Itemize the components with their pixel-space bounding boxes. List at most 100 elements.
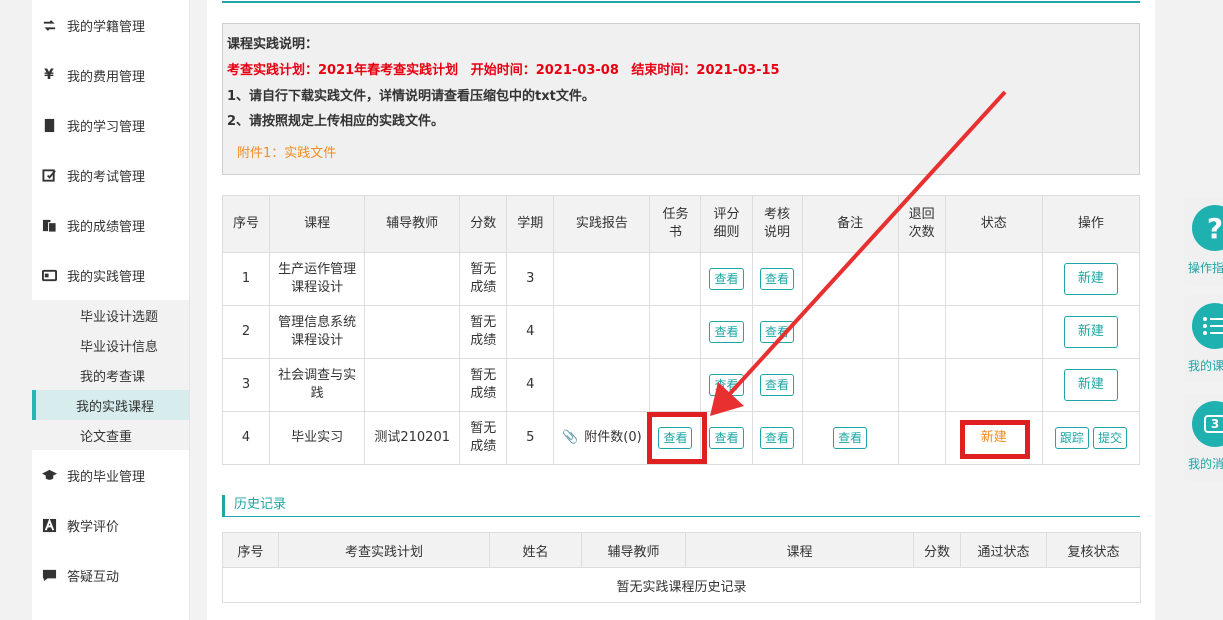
cell-task [649, 252, 702, 306]
my-messages-widget[interactable]: 3 我的消 [1184, 393, 1223, 481]
col-course: 课程 [269, 195, 366, 253]
id-card-icon [40, 266, 58, 284]
cell-status [944, 252, 1043, 306]
view-rubric-button[interactable]: 查看 [709, 268, 744, 290]
view-rubric-button[interactable]: 查看 [709, 321, 744, 343]
submenu-item-exam-courses[interactable]: 我的考查课 [32, 360, 189, 390]
hist-col-pass: 通过状态 [960, 532, 1047, 568]
cell-task [649, 358, 702, 412]
cell-status [944, 358, 1043, 412]
sidebar-item-qa[interactable]: 答疑互动 [32, 550, 189, 600]
cell-ops: 跟踪 提交 [1041, 411, 1141, 465]
sidebar-item-fees[interactable]: ¥ 我的费用管理 [32, 50, 189, 100]
cell-tutor [364, 305, 461, 359]
history-header: 序号 考查实践计划 姓名 辅导教师 课程 分数 通过状态 复核状态 [222, 532, 1141, 568]
view-assessment-button[interactable]: 查看 [760, 427, 795, 449]
cell-course: 社会调查与实践 [269, 358, 366, 412]
messages-badge: 3 [1203, 415, 1223, 433]
submenu-item-practice-courses[interactable]: 我的实践课程 [32, 390, 189, 420]
submenu-item-thesis-info[interactable]: 毕业设计信息 [32, 330, 189, 360]
my-courses-widget[interactable]: 我的课 [1184, 295, 1223, 383]
cell-remark [801, 305, 899, 359]
list-icon [1192, 303, 1223, 349]
table-header: 序号 课程 辅导教师 分数 学期 实践报告 任务书 评分 细则 考核 说明 备注 退… [221, 195, 1141, 253]
cell-course: 管理信息系统课程设计 [269, 305, 366, 359]
view-remark-button[interactable]: 查看 [833, 427, 868, 449]
new-button[interactable]: 新建 [1063, 263, 1118, 295]
cell-report [553, 358, 651, 412]
attachment-count-link[interactable]: 📎 附件数(0) [562, 430, 642, 445]
table-row: 2 管理信息系统课程设计 暂无成绩 4 查看 查看 新建 [221, 305, 1141, 359]
col-return-line2: 次数 [908, 225, 935, 240]
message-icon: 3 [1192, 401, 1223, 447]
cell-rubric: 查看 [700, 411, 753, 465]
col-term: 学期 [506, 195, 555, 253]
sidebar-item-practice[interactable]: 我的实践管理 [32, 250, 189, 300]
paperclip-icon: 📎 [562, 430, 579, 445]
col-report: 实践报告 [553, 195, 651, 253]
sidebar-item-label: 我的费用管理 [67, 69, 146, 85]
submenu-item-plagiarism-check[interactable]: 论文查重 [32, 420, 189, 450]
notice-line-2: 2、请按照规定上传相应的实践文件。 [227, 114, 445, 129]
view-rubric-button[interactable]: 查看 [709, 374, 744, 396]
view-assessment-button[interactable]: 查看 [760, 268, 795, 290]
history-empty-row: 暂无实践课程历史记录 [222, 567, 1141, 603]
book-icon [40, 116, 58, 134]
cell-assess: 查看 [751, 305, 803, 359]
sidebar-item-label: 我的考试管理 [67, 169, 146, 185]
new-button[interactable]: 新建 [1063, 369, 1118, 401]
cell-return [897, 411, 946, 465]
graduation-cap-icon [40, 466, 58, 484]
view-assessment-button[interactable]: 查看 [760, 374, 795, 396]
help-widget[interactable]: ? 操作指 [1184, 197, 1223, 285]
view-task-button[interactable]: 查看 [658, 427, 693, 449]
sidebar-item-evaluation[interactable]: 教学评价 [32, 500, 189, 550]
help-label: 操作指 [1188, 261, 1223, 275]
practice-submenu: 毕业设计选题 毕业设计信息 我的考查课 我的实践课程 论文查重 [32, 300, 189, 450]
main-panel: 课程实践说明： 考查实践计划：2021年春考查实践计划 开始时间：2021-03… [207, 0, 1155, 620]
plan-end: 结束时间：2021-03-15 [631, 63, 780, 78]
notice-line-1: 1、请自行下载实践文件，详情说明请查看压缩包中的txt文件。 [227, 89, 595, 104]
col-no: 序号 [221, 195, 271, 253]
chat-icon [40, 566, 58, 584]
new-button[interactable]: 新建 [1063, 316, 1118, 348]
cell-return [897, 252, 946, 306]
top-divider [222, 0, 1140, 3]
cell-assess: 查看 [751, 358, 803, 412]
cell-status: 新建 [944, 411, 1043, 465]
submenu-item-thesis-topic[interactable]: 毕业设计选题 [32, 300, 189, 330]
col-remark: 备注 [801, 195, 899, 253]
view-rubric-button[interactable]: 查看 [709, 427, 744, 449]
table-row: 3 社会调查与实践 暂无成绩 4 查看 查看 新建 [221, 358, 1141, 412]
col-task: 任务书 [649, 195, 702, 253]
attachment-link[interactable]: 附件1：实践文件 [237, 145, 1135, 163]
cell-rubric: 查看 [700, 358, 753, 412]
sidebar-item-study[interactable]: 我的学习管理 [32, 100, 189, 150]
cell-remark: 查看 [801, 411, 899, 465]
sidebar-item-graduation[interactable]: 我的毕业管理 [32, 450, 189, 500]
cell-assess: 查看 [751, 252, 803, 306]
submit-button[interactable]: 提交 [1092, 427, 1127, 449]
sidebar-item-enrollment[interactable]: 我的学籍管理 [32, 0, 189, 50]
notice-plan: 考查实践计划：2021年春考查实践计划 开始时间：2021-03-08 结束时间… [227, 62, 1135, 80]
cell-tutor [364, 358, 461, 412]
sidebar-item-label: 我的成绩管理 [67, 219, 146, 235]
sidebar-item-grades[interactable]: 我的成绩管理 [32, 200, 189, 250]
cell-remark [801, 252, 899, 306]
col-ops: 操作 [1041, 195, 1141, 253]
refresh-icon [40, 16, 58, 34]
col-return-line1: 退回 [908, 207, 935, 222]
cell-return [897, 358, 946, 412]
sidebar-item-exam[interactable]: 我的考试管理 [32, 150, 189, 200]
document-icon [40, 216, 58, 234]
sidebar: 我的学籍管理 ¥ 我的费用管理 我的学习管理 我的考试管理 我的成绩管理 我的实… [32, 0, 190, 620]
col-rubric-line1: 评分 [713, 207, 740, 222]
status-new-link[interactable]: 新建 [981, 430, 1007, 445]
sidebar-item-label: 答疑互动 [67, 569, 120, 585]
yen-icon: ¥ [44, 67, 54, 83]
cell-score: 暂无成绩 [459, 411, 508, 465]
view-assessment-button[interactable]: 查看 [760, 321, 795, 343]
track-button[interactable]: 跟踪 [1054, 427, 1089, 449]
col-task-line1: 任务 [662, 207, 689, 222]
cell-course: 生产运作管理课程设计 [269, 252, 366, 306]
